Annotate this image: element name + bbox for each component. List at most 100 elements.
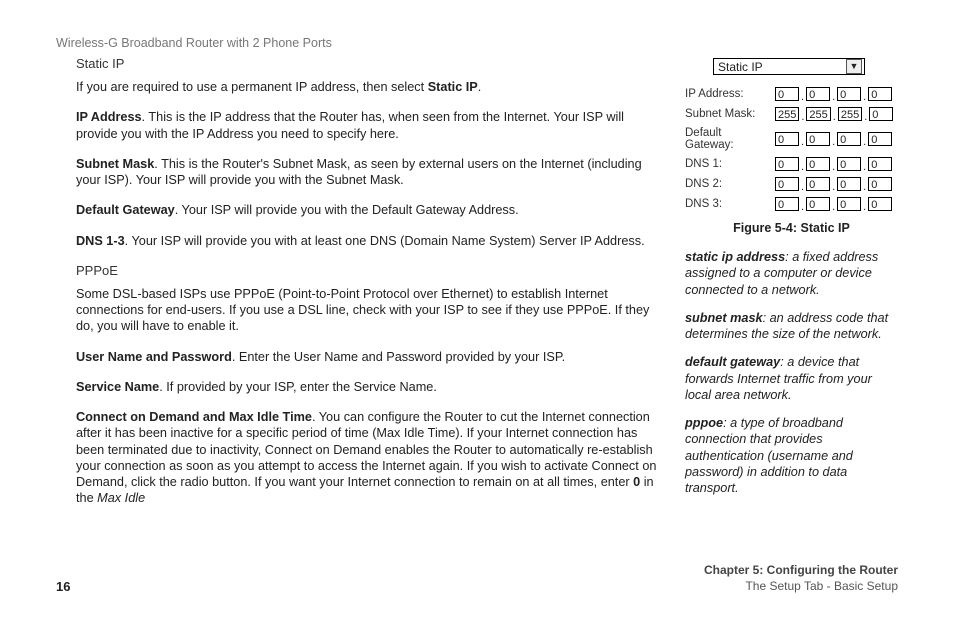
- octet-input[interactable]: 0: [837, 197, 861, 211]
- octet-input[interactable]: 0: [775, 87, 799, 101]
- octet-input[interactable]: 0: [775, 177, 799, 191]
- page: Wireless-G Broadband Router with 2 Phone…: [0, 0, 954, 618]
- heading-pppoe: PPPoE: [76, 263, 661, 278]
- term-default-gateway: Default Gateway: [76, 203, 175, 217]
- dot-separator: .: [801, 161, 804, 173]
- glossary-term: pppoe: [685, 416, 723, 430]
- figure-row-label: DNS 1:: [685, 158, 773, 170]
- page-footer: 16 Chapter 5: Configuring the Router The…: [56, 562, 898, 594]
- octet-group: 255.255.255.0: [773, 107, 895, 121]
- octet-input[interactable]: 0: [806, 197, 830, 211]
- octet-group: 0.0.0.0: [773, 197, 894, 211]
- dot-separator: .: [801, 136, 804, 148]
- text: .: [478, 80, 482, 94]
- dot-separator: .: [864, 111, 867, 123]
- octet-input[interactable]: 0: [806, 132, 830, 146]
- octet-group: 0.0.0.0: [773, 87, 894, 101]
- octet-input[interactable]: 255: [775, 107, 799, 121]
- page-number: 16: [56, 579, 70, 594]
- octet-input[interactable]: 255: [806, 107, 830, 121]
- glossary-term: static ip address: [685, 250, 785, 264]
- dot-separator: .: [832, 136, 835, 148]
- glossary: static ip address: a fixed address assig…: [685, 249, 898, 496]
- figure-row: Subnet Mask:255.255.255.0: [685, 107, 898, 121]
- octet-input[interactable]: 0: [837, 132, 861, 146]
- figure-row-label: DNS 3:: [685, 198, 773, 210]
- para-dns: DNS 1-3. Your ISP will provide you with …: [76, 233, 661, 249]
- figure-row: Default Gateway:0.0.0.0: [685, 127, 898, 151]
- glossary-pppoe: pppoe: a type of broadband connection th…: [685, 415, 898, 496]
- content-row: Static IP If you are required to use a p…: [76, 52, 898, 558]
- octet-input[interactable]: 0: [837, 157, 861, 171]
- para-default-gateway: Default Gateway. Your ISP will provide y…: [76, 202, 661, 218]
- figure-row-label: Default Gateway:: [685, 127, 773, 151]
- octet-input[interactable]: 0: [775, 157, 799, 171]
- octet-input[interactable]: 0: [775, 197, 799, 211]
- glossary-term: default gateway: [685, 355, 780, 369]
- octet-input[interactable]: 0: [869, 107, 893, 121]
- glossary-static-ip: static ip address: a fixed address assig…: [685, 249, 898, 298]
- para-static-ip-intro: If you are required to use a permanent I…: [76, 79, 661, 95]
- dot-separator: .: [863, 161, 866, 173]
- octet-input[interactable]: 0: [868, 177, 892, 191]
- dot-separator: .: [832, 181, 835, 193]
- para-pppoe-intro: Some DSL-based ISPs use PPPoE (Point-to-…: [76, 286, 661, 335]
- para-ip-address: IP Address. This is the IP address that …: [76, 109, 661, 142]
- para-connect-on-demand: Connect on Demand and Max Idle Time. You…: [76, 409, 661, 507]
- text: If you are required to use a permanent I…: [76, 80, 428, 94]
- octet-input[interactable]: 0: [806, 87, 830, 101]
- glossary-default-gateway: default gateway: a device that forwards …: [685, 354, 898, 403]
- figure-static-ip-panel: Static IP ▼ IP Address:0.0.0.0Subnet Mas…: [685, 52, 898, 235]
- side-column: Static IP ▼ IP Address:0.0.0.0Subnet Mas…: [685, 52, 898, 558]
- figure-row-label: Subnet Mask:: [685, 108, 773, 120]
- octet-input[interactable]: 0: [868, 197, 892, 211]
- octet-input[interactable]: 255: [838, 107, 862, 121]
- dropdown-value: Static IP: [718, 60, 763, 74]
- main-column: Static IP If you are required to use a p…: [76, 52, 685, 558]
- text: . If provided by your ISP, enter the Ser…: [159, 380, 437, 394]
- figure-row: DNS 2:0.0.0.0: [685, 177, 898, 191]
- para-user-pass: User Name and Password. Enter the User N…: [76, 349, 661, 365]
- octet-group: 0.0.0.0: [773, 132, 894, 146]
- glossary-subnet-mask: subnet mask: an address code that determ…: [685, 310, 898, 343]
- octet-input[interactable]: 0: [868, 87, 892, 101]
- text: . Enter the User Name and Password provi…: [232, 350, 565, 364]
- figure-row-label: IP Address:: [685, 88, 773, 100]
- term-dns: DNS 1-3: [76, 234, 125, 248]
- figure-row-label: DNS 2:: [685, 178, 773, 190]
- figure-caption: Figure 5-4: Static IP: [685, 221, 898, 235]
- octet-input[interactable]: 0: [868, 157, 892, 171]
- term-service-name: Service Name: [76, 380, 159, 394]
- dot-separator: .: [832, 91, 835, 103]
- connection-type-dropdown[interactable]: Static IP ▼: [713, 58, 865, 75]
- octet-input[interactable]: 0: [868, 132, 892, 146]
- para-subnet-mask: Subnet Mask. This is the Router's Subnet…: [76, 156, 661, 189]
- octet-input[interactable]: 0: [837, 87, 861, 101]
- glossary-term: subnet mask: [685, 311, 763, 325]
- figure-rows: IP Address:0.0.0.0Subnet Mask:255.255.25…: [685, 87, 898, 211]
- dot-separator: .: [863, 201, 866, 213]
- term-user-pass: User Name and Password: [76, 350, 232, 364]
- dot-separator: .: [801, 111, 804, 123]
- octet-input[interactable]: 0: [806, 157, 830, 171]
- dot-separator: .: [863, 91, 866, 103]
- para-service-name: Service Name. If provided by your ISP, e…: [76, 379, 661, 395]
- dot-separator: .: [863, 136, 866, 148]
- dot-separator: .: [833, 111, 836, 123]
- dot-separator: .: [801, 91, 804, 103]
- octet-input[interactable]: 0: [775, 132, 799, 146]
- octet-input[interactable]: 0: [806, 177, 830, 191]
- term-ip-address: IP Address: [76, 110, 142, 124]
- heading-static-ip: Static IP: [76, 56, 661, 71]
- octet-input[interactable]: 0: [837, 177, 861, 191]
- chapter-footer: Chapter 5: Configuring the Router The Se…: [704, 562, 898, 594]
- chapter-title: Chapter 5: Configuring the Router: [704, 562, 898, 578]
- running-head: Wireless-G Broadband Router with 2 Phone…: [56, 36, 332, 50]
- literal-max-idle: Max Idle: [97, 491, 145, 505]
- term-connect-on-demand: Connect on Demand and Max Idle Time: [76, 410, 312, 424]
- text: . This is the IP address that the Router…: [76, 110, 624, 140]
- figure-row: DNS 3:0.0.0.0: [685, 197, 898, 211]
- chapter-subtitle: The Setup Tab - Basic Setup: [704, 578, 898, 594]
- dot-separator: .: [832, 161, 835, 173]
- figure-row: DNS 1:0.0.0.0: [685, 157, 898, 171]
